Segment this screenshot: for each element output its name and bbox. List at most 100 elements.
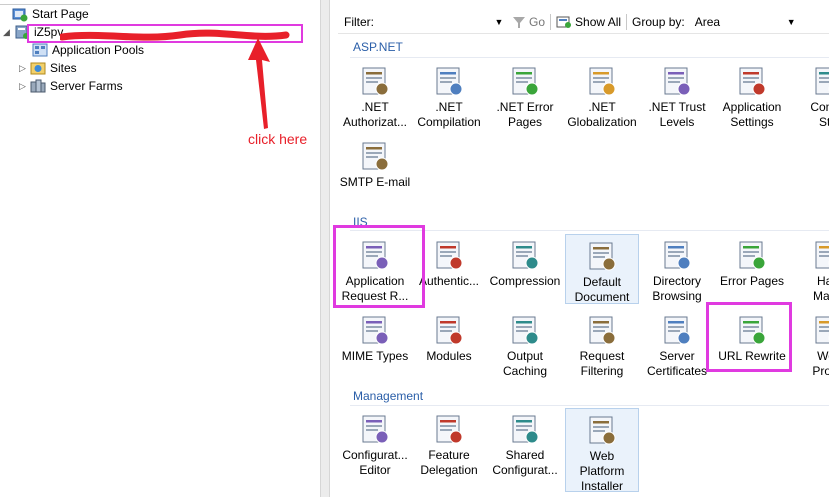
filter-toolbar: Filter: ▼ Go Show All Group by: Area ▼ — [338, 10, 829, 34]
feature-net-authorization[interactable]: .NET Authorizat... — [338, 60, 412, 130]
mime-types-icon — [362, 316, 389, 345]
group-by-dropdown-icon[interactable]: ▼ — [787, 17, 796, 27]
group-title-aspnet: ASP.NET — [353, 40, 403, 54]
tree-item-label: Application Pools — [52, 43, 145, 57]
group-title-management: Management — [353, 389, 424, 403]
show-all-button[interactable]: Show All — [556, 15, 621, 29]
tree-item-server-farms[interactable]: ▷ Server Farms — [18, 77, 123, 95]
default-document-icon — [589, 242, 616, 271]
arr-highlight — [333, 225, 425, 308]
feature-worker-processes[interactable]: Wor Proce — [791, 309, 829, 379]
feature-label: Default Document — [574, 275, 630, 304]
feature-label: Server Certificates — [646, 349, 708, 378]
compression-icon — [512, 241, 539, 270]
application-settings-icon — [739, 67, 766, 96]
feature-label: .NET Trust Levels — [648, 100, 706, 129]
feature-label: .NET Globalization — [567, 100, 637, 129]
net-error-pages-icon — [512, 67, 539, 96]
annotation-note: click here — [248, 131, 308, 147]
feature-label: Configurat... Editor — [342, 448, 408, 477]
feature-label: Conne Stri — [810, 100, 829, 129]
feature-connection-strings[interactable]: Conne Stri — [791, 60, 829, 130]
feature-default-document[interactable]: Default Document — [565, 234, 639, 304]
feature-label: Directory Browsing — [652, 274, 702, 303]
modules-icon — [436, 316, 463, 345]
expand-icon[interactable]: ▷ — [18, 81, 27, 91]
feature-directory-browsing[interactable]: Directory Browsing — [640, 234, 714, 304]
group-by-label: Group by: — [632, 14, 685, 29]
filter-label: Filter: — [344, 14, 374, 29]
feature-label: Modules — [426, 349, 472, 363]
filter-dropdown-icon[interactable]: ▼ — [494, 17, 504, 27]
connections-tree: Start Page ◢ iZ5pv Application Pools ▷ S… — [0, 0, 320, 497]
net-authorization-icon — [362, 67, 389, 96]
output-caching-icon — [512, 316, 539, 345]
toolbar-separator — [550, 13, 552, 30]
feature-modules[interactable]: Modules — [412, 309, 486, 379]
group-divider — [350, 57, 829, 58]
annotation-arrow — [248, 38, 270, 129]
feature-label: Output Caching — [502, 349, 548, 378]
feature-application-settings[interactable]: Application Settings — [715, 60, 789, 130]
feature-label: Compression — [489, 274, 561, 288]
show-all-label: Show All — [575, 14, 622, 29]
tree-item-start-page[interactable]: Start Page — [12, 5, 89, 23]
app-pools-icon — [32, 43, 48, 57]
go-button[interactable]: Go — [512, 15, 545, 29]
sites-icon — [30, 62, 46, 75]
url-rewrite-highlight — [706, 302, 792, 372]
server-certificates-icon — [664, 316, 691, 345]
feature-web-platform-installer[interactable]: Web Platform Installer — [565, 408, 639, 493]
feature-handler-mappings[interactable]: Han Mapp — [791, 234, 829, 304]
filter-input[interactable] — [380, 12, 490, 31]
feature-request-filtering[interactable]: Request Filtering — [565, 309, 639, 379]
go-button-label: Go — [529, 14, 546, 29]
tree-item-label: Sites — [50, 61, 77, 75]
feature-label: Shared Configurat... — [492, 448, 558, 477]
features-view: Filter: ▼ Go Show All Group by: Area ▼ A… — [330, 0, 829, 497]
feature-net-error-pages[interactable]: .NET Error Pages — [488, 60, 562, 130]
feature-label: .NET Error Pages — [496, 100, 554, 129]
expand-icon[interactable]: ▷ — [18, 63, 27, 73]
tree-item-label: Start Page — [32, 7, 89, 21]
start-page-icon — [12, 8, 28, 22]
net-compilation-icon — [436, 67, 463, 96]
feature-server-certificates[interactable]: Server Certificates — [640, 309, 714, 379]
pane-splitter[interactable] — [320, 0, 330, 497]
connection-strings-icon — [815, 67, 829, 95]
collapse-icon[interactable]: ◢ — [2, 27, 11, 37]
feature-label: .NET Compilation — [417, 100, 481, 129]
feature-smtp-email[interactable]: SMTP E-mail — [338, 135, 412, 205]
group-divider — [350, 405, 829, 406]
net-globalization-icon — [589, 67, 616, 96]
feature-mime-types[interactable]: MIME Types — [338, 309, 412, 379]
funnel-icon — [513, 16, 525, 28]
feature-label: Application Settings — [722, 100, 782, 129]
feature-delegation-icon — [436, 415, 463, 444]
web-platform-installer-icon — [589, 416, 616, 445]
feature-label: Request Filtering — [579, 349, 625, 378]
feature-net-compilation[interactable]: .NET Compilation — [412, 60, 486, 130]
toolbar-separator — [626, 13, 628, 30]
configuration-editor-icon — [362, 415, 389, 444]
feature-error-pages[interactable]: Error Pages — [715, 234, 789, 304]
feature-label: Feature Delegation — [420, 448, 478, 477]
feature-net-trust-levels[interactable]: .NET Trust Levels — [640, 60, 714, 130]
handler-mappings-icon — [815, 241, 829, 269]
feature-label: Web Platform Installer — [579, 449, 625, 493]
worker-processes-icon — [815, 316, 829, 344]
feature-label: Wor Proce — [812, 349, 829, 378]
feature-label: MIME Types — [341, 349, 409, 363]
feature-configuration-editor[interactable]: Configurat... Editor — [338, 408, 412, 478]
feature-feature-delegation[interactable]: Feature Delegation — [412, 408, 486, 478]
feature-label: Error Pages — [719, 274, 785, 288]
feature-compression[interactable]: Compression — [488, 234, 562, 304]
feature-output-caching[interactable]: Output Caching — [488, 309, 562, 379]
group-by-select[interactable]: Area — [695, 15, 781, 29]
feature-net-globalization[interactable]: .NET Globalization — [565, 60, 639, 130]
feature-label: SMTP E-mail — [339, 175, 411, 189]
tree-item-label: Server Farms — [50, 79, 123, 93]
tree-item-sites[interactable]: ▷ Sites — [18, 59, 77, 77]
authentication-icon — [436, 241, 463, 270]
feature-shared-configuration[interactable]: Shared Configurat... — [488, 408, 562, 478]
